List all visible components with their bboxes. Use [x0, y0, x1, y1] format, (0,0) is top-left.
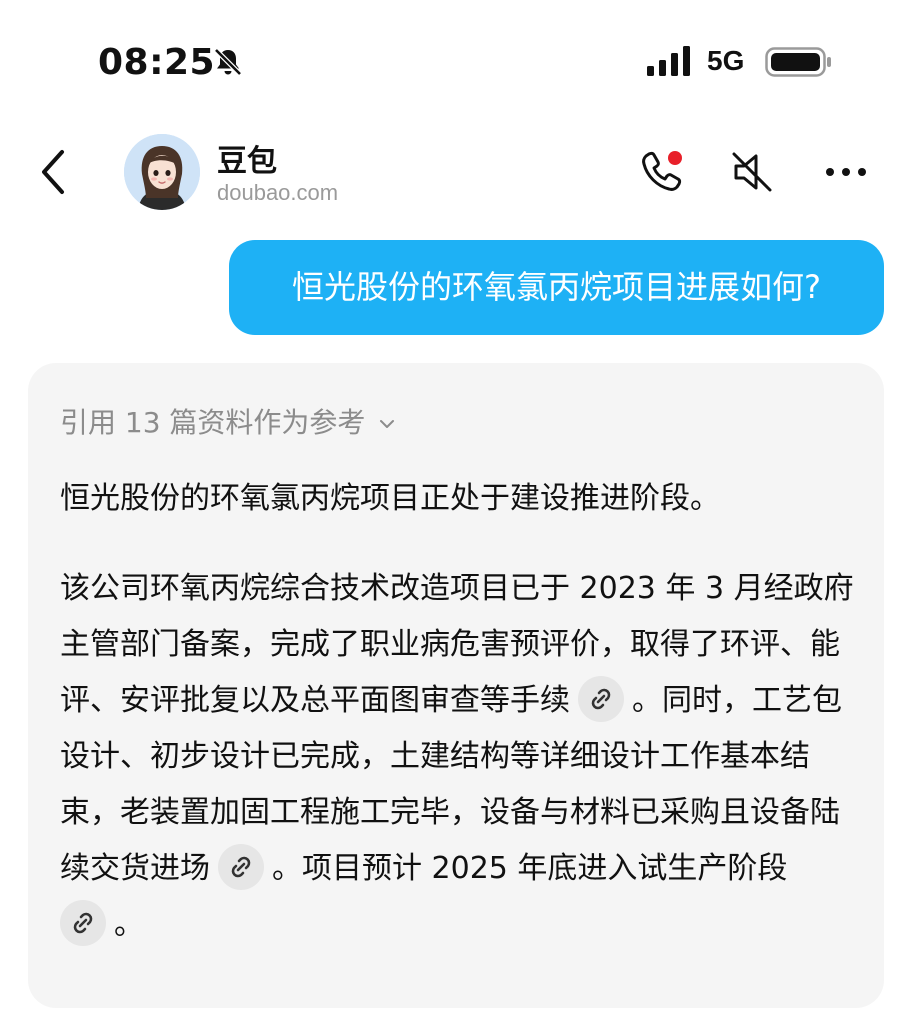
- citation-link-icon[interactable]: [578, 675, 624, 722]
- citation-link-icon[interactable]: [218, 843, 264, 890]
- chevron-down-icon: [380, 420, 395, 428]
- answer-summary: 恒光股份的环氧氯丙烷项目正处于建设推进阶段。: [60, 481, 720, 516]
- citation-link-icon[interactable]: [60, 899, 106, 946]
- phone-call-icon[interactable]: [637, 146, 689, 198]
- answer-detail: 该公司环氧丙烷综合技术改造项目已于 2023 年 3 月经政府主管部门备案，完成…: [60, 561, 860, 953]
- signal-bars-icon: [647, 46, 690, 76]
- user-message-bubble[interactable]: 恒光股份的环氧氯丙烷项目进展如何?: [229, 240, 884, 335]
- chat-title: 豆包: [217, 144, 277, 179]
- references-toggle[interactable]: 引用 13 篇资料作为参考: [60, 401, 395, 441]
- more-dots-icon[interactable]: [822, 146, 874, 198]
- bell-slash-icon: [214, 48, 242, 76]
- assistant-answer-card: 引用 13 篇资料作为参考 恒光股份的环氧氯丙烷项目正处于建设推进阶段。 该公司…: [28, 363, 884, 1008]
- battery-icon: [765, 47, 831, 77]
- status-time: 08:25: [98, 42, 216, 83]
- answer-detail-part4: 。: [114, 907, 144, 942]
- answer-detail-part3: 。项目预计 2025 年底进入试生产阶段: [272, 851, 788, 886]
- avatar[interactable]: [124, 134, 200, 210]
- references-label: 引用 13 篇资料作为参考: [60, 406, 366, 439]
- network-type: 5G: [707, 45, 745, 76]
- back-chevron-icon[interactable]: [36, 148, 72, 196]
- chat-subtitle: doubao.com: [217, 180, 339, 205]
- speaker-mute-icon[interactable]: [726, 146, 778, 198]
